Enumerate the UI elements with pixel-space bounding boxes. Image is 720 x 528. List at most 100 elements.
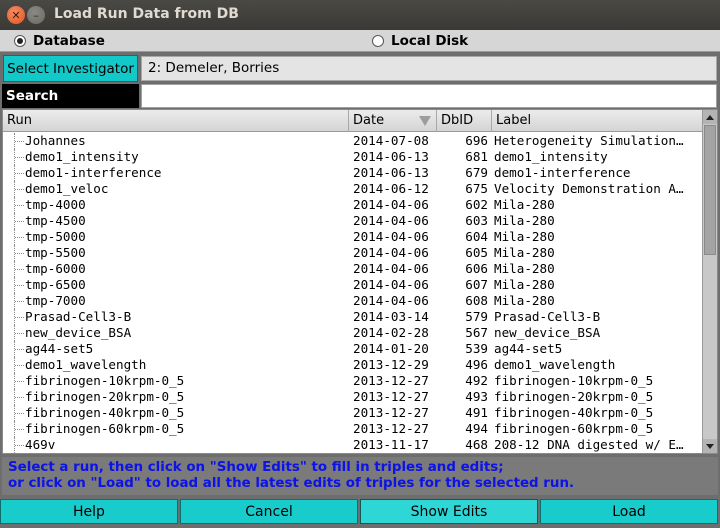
run-cell: tmp-4000: [3, 197, 349, 213]
label-cell: Heterogeneity Simulation…: [494, 133, 684, 148]
dbid-cell: 696: [465, 133, 488, 148]
table-row[interactable]: tmp-4000 2014-04-06 602 Mila-280: [3, 197, 703, 213]
table-row[interactable]: tmp-4500 2014-04-06 603 Mila-280: [3, 213, 703, 229]
vertical-scrollbar[interactable]: [702, 110, 717, 453]
dbid-cell: 579: [465, 309, 488, 324]
date-cell: 2014-03-14: [353, 309, 429, 324]
run-cell: ag44-set5: [3, 341, 349, 357]
label-cell: Mila-280: [494, 197, 555, 212]
radio-selected-icon: [14, 35, 26, 47]
label-cell: Mila-280: [494, 245, 555, 260]
run-cell: demo1_veloc: [3, 181, 349, 197]
table-row[interactable]: fibrinogen-10krpm-0_5 2013-12-27 492 fibrin…: [3, 373, 703, 389]
label-cell: fibrinogen-60krpm-0_5: [494, 421, 654, 436]
label-cell: Mila-280: [494, 229, 555, 244]
table-row[interactable]: demo1_intensity 2014-06-13 681 demo1_intens…: [3, 149, 703, 165]
scroll-up-button[interactable]: [703, 110, 717, 124]
date-cell: 2014-06-13: [353, 149, 429, 164]
label-cell: 208-12 DNA digested w/ E…: [494, 437, 684, 452]
label-cell: fibrinogen-10krpm-0_5: [494, 373, 654, 388]
table-header: Run Date DbID Label: [3, 110, 703, 132]
date-cell: 2014-04-06: [353, 293, 429, 308]
label-cell: demo1-interference: [494, 165, 631, 180]
run-cell: tmp-4500: [3, 213, 349, 229]
dbid-cell: 567: [465, 325, 488, 340]
table-row[interactable]: tmp-6000 2014-04-06 606 Mila-280: [3, 261, 703, 277]
table-row[interactable]: 469v 2013-11-17 468 208-12 DNA digested w/ …: [3, 437, 703, 453]
dbid-cell: 494: [465, 421, 488, 436]
dbid-cell: 496: [465, 357, 488, 372]
label-cell: Mila-280: [494, 293, 555, 308]
load-button[interactable]: Load: [540, 499, 718, 524]
dbid-cell: 468: [465, 437, 488, 452]
show-edits-button[interactable]: Show Edits: [360, 499, 538, 524]
run-cell: Johannes: [3, 133, 349, 149]
scrollbar-thumb[interactable]: [704, 125, 716, 255]
table-row[interactable]: tmp-5500 2014-04-06 605 Mila-280: [3, 245, 703, 261]
dbid-cell: 602: [465, 197, 488, 212]
run-cell: fibrinogen-20krpm-0_5: [3, 389, 349, 405]
date-cell: 2014-04-06: [353, 261, 429, 276]
date-cell: 2013-12-27: [353, 405, 429, 420]
table-row[interactable]: demo1_veloc 2014-06-12 675 Velocity Demonst…: [3, 181, 703, 197]
label-cell: demo1_wavelength: [494, 357, 616, 372]
label-cell: demo1_intensity: [494, 149, 608, 164]
button-bar: Help Cancel Show Edits Load: [0, 499, 720, 525]
run-cell: demo1_wavelength: [3, 357, 349, 373]
database-radio[interactable]: Database: [14, 33, 105, 49]
status-message: Select a run, then click on "Show Edits"…: [2, 457, 718, 495]
dbid-cell: 539: [465, 341, 488, 356]
date-cell: 2014-04-06: [353, 277, 429, 292]
dbid-cell: 603: [465, 213, 488, 228]
table-row[interactable]: new_device_BSA 2014-02-28 567 new_device_BS…: [3, 325, 703, 341]
local-disk-radio[interactable]: Local Disk: [372, 33, 468, 49]
table-row[interactable]: Prasad-Cell3-B 2014-03-14 579 Prasad-Cell3-…: [3, 309, 703, 325]
scroll-down-button[interactable]: [703, 439, 717, 453]
table-row[interactable]: demo1_wavelength 2013-12-29 496 demo1_wavel…: [3, 357, 703, 373]
date-cell: 2013-12-27: [353, 421, 429, 436]
column-header-dbid[interactable]: DbID: [437, 110, 492, 132]
table-row[interactable]: Johannes 2014-07-08 696 Heterogeneity Simul…: [3, 133, 703, 149]
table-row[interactable]: fibrinogen-20krpm-0_5 2013-12-27 493 fibrin…: [3, 389, 703, 405]
run-cell: demo1_intensity: [3, 149, 349, 165]
date-cell: 2014-02-28: [353, 325, 429, 340]
status-line-1: Select a run, then click on "Show Edits"…: [8, 460, 504, 475]
dbid-cell: 606: [465, 261, 488, 276]
close-icon[interactable]: ✕: [7, 6, 25, 24]
run-cell: fibrinogen-60krpm-0_5: [3, 421, 349, 437]
label-cell: Mila-280: [494, 261, 555, 276]
label-cell: fibrinogen-20krpm-0_5: [494, 389, 654, 404]
column-header-label[interactable]: Label: [492, 110, 703, 132]
date-cell: 2014-04-06: [353, 197, 429, 212]
window-title: Load Run Data from DB: [54, 6, 239, 22]
table-row[interactable]: tmp-6500 2014-04-06 607 Mila-280: [3, 277, 703, 293]
date-cell: 2014-04-06: [353, 229, 429, 244]
date-cell: 2013-12-27: [353, 373, 429, 388]
investigator-field: 2: Demeler, Borries: [141, 56, 717, 81]
minimize-icon[interactable]: –: [27, 6, 45, 24]
table-row[interactable]: fibrinogen-40krpm-0_5 2013-12-27 491 fibrin…: [3, 405, 703, 421]
table-row[interactable]: demo1-interference 2014-06-13 679 demo1-int…: [3, 165, 703, 181]
date-cell: 2014-04-06: [353, 213, 429, 228]
table-row[interactable]: fibrinogen-60krpm-0_5 2013-12-27 494 fibrin…: [3, 421, 703, 437]
column-header-date[interactable]: Date: [349, 110, 437, 132]
table-body: Johannes 2014-07-08 696 Heterogeneity Simul…: [3, 133, 703, 453]
help-button[interactable]: Help: [0, 499, 178, 524]
table-row[interactable]: tmp-7000 2014-04-06 608 Mila-280: [3, 293, 703, 309]
status-line-2: or click on "Load" to load all the lates…: [8, 476, 575, 491]
table-row[interactable]: ag44-set5 2014-01-20 539 ag44-set5: [3, 341, 703, 357]
date-cell: 2014-07-08: [353, 133, 429, 148]
dbid-cell: 491: [465, 405, 488, 420]
label-cell: new_device_BSA: [494, 325, 601, 340]
cancel-button[interactable]: Cancel: [180, 499, 358, 524]
table-row[interactable]: tmp-5000 2014-04-06 604 Mila-280: [3, 229, 703, 245]
local-disk-radio-label: Local Disk: [391, 33, 469, 49]
run-cell: tmp-6000: [3, 261, 349, 277]
arrow-up-icon: [706, 114, 714, 120]
run-cell: 469v: [3, 437, 349, 453]
search-input[interactable]: [141, 84, 717, 108]
dbid-cell: 608: [465, 293, 488, 308]
column-header-run[interactable]: Run: [3, 110, 349, 132]
run-cell: new_device_BSA: [3, 325, 349, 341]
select-investigator-button[interactable]: Select Investigator: [3, 55, 138, 82]
